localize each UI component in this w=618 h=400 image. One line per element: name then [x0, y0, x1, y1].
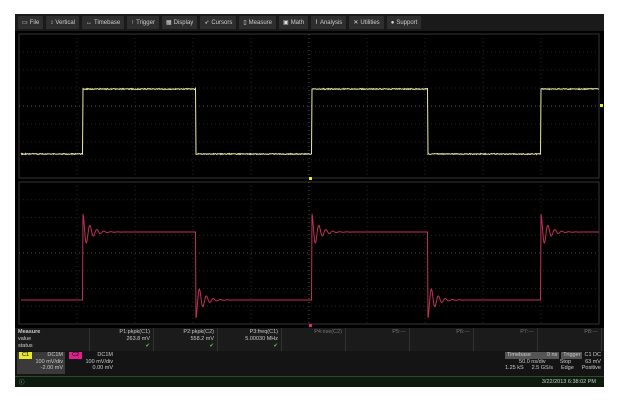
info-icon[interactable]: ⓘ	[19, 378, 25, 386]
measure-param-8[interactable]: P8:---	[538, 328, 602, 351]
sample-rate: 2.5 GS/s	[532, 365, 553, 372]
measure-param-7[interactable]: P7:---	[474, 328, 538, 351]
param-name: P2:pkpk(C2)	[157, 329, 214, 336]
param-name: P6:---	[413, 329, 470, 336]
menu-utilities[interactable]: ✕ Utilities	[349, 16, 383, 29]
menu-bar: ▭ File ↕ Vertical ↔ Timebase ↑ Trigger ▦ Display ➶…	[15, 14, 604, 31]
status-datetime: 3/22/2013 6:38:02 PM	[542, 379, 596, 385]
cursor-icon: ➶	[204, 19, 209, 26]
menu-label: Analysis	[320, 20, 342, 26]
utilities-icon: ✕	[353, 19, 358, 26]
c2-waveform	[21, 214, 599, 318]
row-label-status: status	[18, 343, 86, 350]
measure-labels: Measure value status	[15, 328, 90, 351]
c1-offset: -2.00 mV	[17, 365, 63, 372]
timebase-samples: 1.25 kS	[505, 365, 524, 372]
channel-bar: C1 DC1M 100 mV/div -2.00 mV C2 DC1M 100 …	[15, 351, 604, 376]
timebase-trigger-descriptor[interactable]: Timebase 0 ns Trigger C1 DC 50.0 ns/div St…	[505, 352, 601, 372]
trigger-slope: Positive	[582, 365, 601, 372]
menu-label: Utilities	[360, 20, 379, 26]
status-bar: ⓘ 3/22/2013 6:38:02 PM	[15, 376, 604, 387]
menu-label: File	[30, 20, 40, 26]
param-value: 558.2 mV	[157, 336, 214, 343]
trigger-position-marker[interactable]	[309, 177, 312, 180]
param-value: 263.8 mV	[93, 336, 150, 343]
menu-label: Measure	[249, 20, 272, 26]
measure-icon: ▯	[243, 19, 246, 26]
vertical-icon: ↕	[50, 20, 53, 26]
menu-label: Vertical	[55, 20, 75, 26]
measure-param-6[interactable]: P6:---	[410, 328, 474, 351]
channel-c2-descriptor[interactable]: C2 DC1M 100 mV/div 0.00 mV	[67, 352, 115, 374]
measure-param-2[interactable]: P2:pkpk(C2) 558.2 mV ✔	[154, 328, 218, 351]
math-icon: ▣	[283, 19, 289, 26]
menu-analysis[interactable]: ⌇ Analysis	[311, 16, 346, 29]
menu-file[interactable]: ▭ File	[18, 16, 43, 29]
c1-tag: C1	[19, 352, 32, 359]
measure-param-3[interactable]: P3:freq(C1) 5.00030 MHz ✔	[218, 328, 282, 351]
channel-c1-descriptor[interactable]: C1 DC1M 100 mV/div -2.00 mV	[17, 352, 65, 374]
menu-trigger[interactable]: ↑ Trigger	[127, 16, 159, 29]
folder-icon: ▭	[22, 19, 28, 26]
display-icon: ▦	[166, 19, 172, 26]
param-name: P8:---	[541, 329, 598, 336]
menu-label: Display	[174, 20, 194, 26]
support-icon: ●	[391, 20, 395, 26]
timebase-delay: 0 ns	[547, 352, 557, 359]
menu-label: Math	[291, 20, 304, 26]
timebase-icon: ↔	[86, 20, 92, 26]
menu-display[interactable]: ▦ Display	[162, 16, 197, 29]
param-name: P5:---	[349, 329, 406, 336]
param-value: 5.00030 MHz	[221, 336, 278, 343]
menu-label: Support	[396, 20, 417, 26]
measure-param-5[interactable]: P5:---	[346, 328, 410, 351]
analysis-icon: ⌇	[315, 19, 318, 26]
row-label-value: value	[18, 336, 86, 343]
measure-header: Measure	[18, 329, 86, 336]
param-name: P7:---	[477, 329, 534, 336]
trigger-level-marker[interactable]	[600, 104, 603, 107]
param-name: P3:freq(C1)	[221, 329, 278, 336]
c2-trigger-marker[interactable]	[309, 324, 312, 327]
measure-param-4[interactable]: P4:rise(C2)	[282, 328, 346, 351]
param-name: P4:rise(C2)	[285, 329, 342, 336]
menu-support[interactable]: ● Support	[387, 16, 422, 29]
menu-timebase[interactable]: ↔ Timebase	[82, 16, 124, 29]
menu-label: Timebase	[94, 20, 120, 26]
param-status-icon: ✔	[221, 343, 278, 350]
param-status-icon: ✔	[157, 343, 214, 350]
trigger-type: Edge	[561, 365, 574, 372]
trigger-icon: ↑	[131, 20, 134, 26]
param-status-icon: ✔	[93, 343, 150, 350]
c1-waveform	[21, 89, 599, 155]
measure-param-1[interactable]: P1:pkpk(C1) 263.8 mV ✔	[90, 328, 154, 351]
menu-measure[interactable]: ▯ Measure	[239, 16, 276, 29]
menu-label: Cursors	[211, 20, 232, 26]
menu-cursors[interactable]: ➶ Cursors	[200, 16, 236, 29]
param-name: P1:pkpk(C1)	[93, 329, 150, 336]
oscilloscope-screen: ▭ File ↕ Vertical ↔ Timebase ↑ Trigger ▦ Display ➶…	[15, 14, 604, 386]
menu-label: Trigger	[136, 20, 155, 26]
waveform-display	[15, 32, 604, 328]
c2-tag: C2	[69, 352, 82, 359]
measure-table: Measure value status P1:pkpk(C1) 263.8 mV…	[15, 328, 604, 351]
menu-math[interactable]: ▣ Math	[279, 16, 308, 29]
c2-offset: 0.00 mV	[67, 365, 113, 372]
menu-vertical[interactable]: ↕ Vertical	[46, 16, 79, 29]
